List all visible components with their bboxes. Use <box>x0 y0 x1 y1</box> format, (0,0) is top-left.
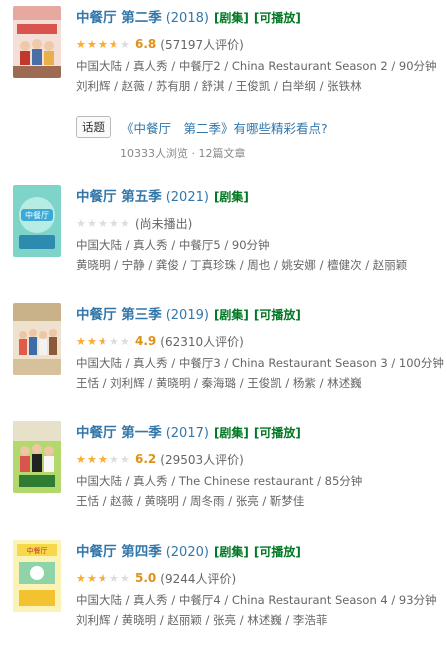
restaurant-poster-icon: 中餐厅 <box>13 185 61 257</box>
item-cast: 刘利辉 / 黄晓明 / 赵丽颖 / 张亮 / 林述巍 / 李浩菲 <box>76 613 328 627</box>
rating-stars: ★★★★★★★★★★ <box>76 218 131 229</box>
star-icon: ★★ <box>109 37 119 51</box>
rating-votes: (9244人评价) <box>160 571 237 586</box>
tag-playable[interactable]: [可播放] <box>254 9 301 26</box>
star-icon: ★★ <box>87 37 97 51</box>
item-year: (2017) <box>165 426 209 441</box>
tag-playable[interactable]: [可播放] <box>254 306 301 323</box>
star-icon: ★★ <box>87 452 97 466</box>
rating-votes: (62310人评价) <box>160 334 244 349</box>
star-icon: ★★ <box>109 452 119 466</box>
rating-stars: ★★★★★★★★★★ <box>76 336 131 347</box>
rating-score: 6.8 <box>135 37 157 51</box>
item-meta: 中国大陆 / 真人秀 / 中餐厅5 / 90分钟 <box>76 238 270 252</box>
item-year: (2020) <box>165 545 209 560</box>
tag-series: [剧集] <box>213 11 249 25</box>
item-cast: 刘利辉 / 赵薇 / 苏有朋 / 舒淇 / 王俊凯 / 白举纲 / 张铁林 <box>76 79 362 93</box>
item-meta: 中国大陆 / 真人秀 / 中餐厅4 / China Restaurant Sea… <box>76 593 437 607</box>
poster-image[interactable]: 中餐厅 <box>13 185 61 257</box>
star-icon: ★★ <box>87 334 97 348</box>
star-icon: ★★ <box>120 334 130 348</box>
item-info: 中餐厅 第一季 (2017) [剧集] [可播放] ★★★★★★★★★★ 6.2… <box>76 421 444 509</box>
restaurant-poster-icon: 中餐厅 <box>13 540 61 612</box>
topic-badge[interactable]: 话题 <box>76 116 111 138</box>
svg-text:中餐厅: 中餐厅 <box>25 210 49 220</box>
tag-series: [剧集] <box>213 190 249 204</box>
star-icon: ★★ <box>76 37 86 51</box>
restaurant-poster-icon <box>13 303 61 375</box>
tag-series: [剧集] <box>213 308 249 322</box>
star-icon: ★★ <box>120 37 130 51</box>
rating-votes: (尚未播出) <box>135 216 193 231</box>
item-cast: 黄晓明 / 宁静 / 龚俊 / 丁真珍珠 / 周也 / 姚安娜 / 檀健次 / … <box>76 258 408 272</box>
topic-block: 话题 《中餐厅 第二季》有哪些精彩看点? 10333人浏览 · 12篇文章 <box>76 116 444 161</box>
topic-title-link[interactable]: 《中餐厅 第二季》有哪些精彩看点? <box>121 118 328 137</box>
star-icon: ★★ <box>76 216 86 230</box>
item-info: 中餐厅 第三季 (2019) [剧集] [可播放] ★★★★★★★★★★ 4.9… <box>76 303 444 391</box>
rating-score: 4.9 <box>135 334 157 348</box>
item-cast: 王恬 / 刘利辉 / 黄晓明 / 秦海璐 / 王俊凯 / 杨紫 / 林述巍 <box>76 376 362 390</box>
item-meta: 中国大陆 / 真人秀 / 中餐厅2 / China Restaurant Sea… <box>76 59 437 73</box>
item-year: (2019) <box>165 308 209 323</box>
rating-score: 6.2 <box>135 452 157 466</box>
poster-image[interactable] <box>13 303 61 375</box>
star-icon: ★★ <box>76 571 86 585</box>
topic-stats: 10333人浏览 · 12篇文章 <box>120 147 246 160</box>
tag-playable[interactable]: [可播放] <box>254 543 301 560</box>
item-info: 中餐厅 第四季 (2020) [剧集] [可播放] ★★★★★★★★★★ 5.0… <box>76 540 444 628</box>
item-cast: 王恬 / 赵薇 / 黄晓明 / 周冬雨 / 张亮 / 靳梦佳 <box>76 494 305 508</box>
star-icon: ★★ <box>109 571 119 585</box>
item-title-link[interactable]: 中餐厅 第三季 <box>76 303 162 323</box>
star-icon: ★★ <box>120 571 130 585</box>
svg-text:中餐厅: 中餐厅 <box>27 546 48 555</box>
item-title-link[interactable]: 中餐厅 第一季 <box>76 421 162 441</box>
rating-stars: ★★★★★★★★★★ <box>76 573 131 584</box>
star-icon: ★★ <box>87 571 97 585</box>
star-icon: ★★ <box>109 216 119 230</box>
item-year: (2021) <box>165 190 209 205</box>
star-icon: ★★ <box>76 334 86 348</box>
item-title-link[interactable]: 中餐厅 第二季 <box>76 6 162 26</box>
item-year: (2018) <box>165 11 209 26</box>
rating-stars: ★★★★★★★★★★ <box>76 454 131 465</box>
rating-score: 5.0 <box>135 571 157 585</box>
star-icon: ★★ <box>98 334 108 348</box>
item-info: 中餐厅 第五季 (2021) [剧集] ★★★★★★★★★★ (尚未播出) 中国… <box>76 185 444 273</box>
poster-image[interactable] <box>13 421 61 493</box>
star-icon: ★★ <box>98 216 108 230</box>
item-title-link[interactable]: 中餐厅 第五季 <box>76 185 162 205</box>
star-icon: ★★ <box>98 571 108 585</box>
rating-votes: (57197人评价) <box>160 37 244 52</box>
poster-image[interactable]: 中餐厅 <box>13 540 61 612</box>
star-icon: ★★ <box>98 37 108 51</box>
star-icon: ★★ <box>87 216 97 230</box>
poster-image[interactable] <box>13 6 61 78</box>
star-icon: ★★ <box>120 452 130 466</box>
item-info: 中餐厅 第二季 (2018) [剧集] [可播放] ★★★★★★★★★★ 6.8… <box>76 6 444 94</box>
star-icon: ★★ <box>98 452 108 466</box>
item-meta: 中国大陆 / 真人秀 / 中餐厅3 / China Restaurant Sea… <box>76 356 444 370</box>
rating-stars: ★★★★★★★★★★ <box>76 39 131 50</box>
restaurant-poster-icon <box>13 421 61 493</box>
tag-playable[interactable]: [可播放] <box>254 424 301 441</box>
tag-series: [剧集] <box>213 545 249 559</box>
tag-series: [剧集] <box>213 426 249 440</box>
star-icon: ★★ <box>109 334 119 348</box>
item-meta: 中国大陆 / 真人秀 / The Chinese restaurant / 85… <box>76 474 363 488</box>
rating-votes: (29503人评价) <box>160 452 244 467</box>
restaurant-poster-icon <box>13 6 61 78</box>
star-icon: ★★ <box>76 452 86 466</box>
item-title-link[interactable]: 中餐厅 第四季 <box>76 540 162 560</box>
star-icon: ★★ <box>120 216 130 230</box>
